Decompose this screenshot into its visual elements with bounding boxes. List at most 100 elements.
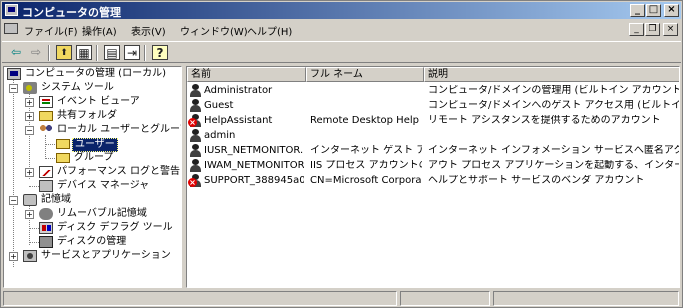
tree-label: サービスとアプリケーション (41, 250, 171, 261)
menu-help[interactable]: ヘルプ(H) (247, 23, 292, 38)
expand-toggle[interactable]: + (25, 98, 34, 107)
maximize-button[interactable]: □ (646, 4, 661, 17)
tree-label: ディスク デフラグ ツール (57, 222, 173, 233)
tree-item-root[interactable]: コンピュータの管理 (ローカル) (4, 67, 181, 81)
column-header-full-name[interactable]: フル ネーム (306, 67, 424, 82)
tree-label-selected: ユーザー (72, 138, 118, 152)
toolbar-separator (144, 45, 146, 61)
tree-label: リムーバブル記憶域 (57, 208, 147, 219)
cell-full-name: Remote Desktop Help ... (310, 115, 422, 126)
tree-line (29, 228, 39, 229)
title-bar[interactable]: コンピュータの管理 _ □ × (2, 2, 681, 19)
menu-view[interactable]: 表示(V) (131, 23, 166, 38)
collapse-toggle[interactable]: − (9, 196, 18, 205)
expand-toggle[interactable]: + (25, 210, 34, 219)
menu-window[interactable]: ウィンドウ(W) (180, 23, 248, 38)
tree-item-device-manager[interactable]: デバイス マネージャ (4, 179, 181, 193)
user-icon (189, 159, 202, 172)
cell-name: IUSR_NETMONITOR... (204, 145, 304, 156)
tree-item-event-viewer[interactable]: + イベント ビューア (4, 95, 181, 109)
users-group-icon (39, 124, 53, 136)
status-panel (400, 291, 490, 306)
tree-item-storage[interactable]: − 記憶域 (4, 193, 181, 207)
toolbar: ⇦ ⇨ ⬆ ▦ ▤ ⇥ ? (2, 41, 681, 63)
table-row[interactable]: × SUPPORT_388945a0 CN=Microsoft Corpora...… (187, 173, 679, 189)
tree-line (29, 242, 39, 243)
close-button[interactable]: × (664, 4, 679, 17)
computer-management-icon[interactable] (5, 4, 18, 16)
properties-icon[interactable]: ▤ (104, 45, 120, 60)
tree-item-removable-storage[interactable]: + リムーバブル記憶域 (4, 207, 181, 221)
tree-label: パフォーマンス ログと警告 (57, 166, 180, 177)
tree-label: システム ツール (41, 82, 114, 93)
user-icon (189, 129, 202, 142)
shared-folder-icon (39, 111, 53, 121)
expand-toggle[interactable]: + (25, 168, 34, 177)
menu-file[interactable]: ファイル(F) (24, 23, 78, 38)
table-row[interactable]: admin (187, 128, 679, 144)
tree-item-services-apps[interactable]: + サービスとアプリケーション (4, 249, 181, 263)
menu-bar: ファイル(F) 操作(A) 表示(V) ウィンドウ(W) ヘルプ(H) (2, 20, 681, 40)
tree-line (45, 144, 55, 145)
status-panel (3, 291, 397, 306)
cell-description: コンピュータ/ドメインの管理用 (ビルトイン アカウント) (428, 85, 680, 96)
minimize-button[interactable]: _ (630, 4, 645, 17)
user-list-view[interactable]: 名前 フル ネーム 説明 Administrator コンピュータ/ドメインの管理… (186, 66, 680, 288)
user-icon (189, 84, 202, 97)
tree-item-local-users-groups[interactable]: − ローカル ユーザーとグループ (4, 123, 181, 137)
export-list-icon[interactable]: ⇥ (124, 45, 140, 60)
list-header: 名前 フル ネーム 説明 (187, 67, 679, 82)
up-folder-icon[interactable]: ⬆ (56, 45, 72, 60)
cell-full-name: CN=Microsoft Corpora... (310, 175, 422, 186)
folder-icon (56, 153, 70, 163)
tree-label: ディスクの管理 (57, 236, 127, 247)
cell-full-name: インターネット ゲスト アカ... (310, 145, 422, 156)
cell-full-name: IIS プロセス アカウントの... (310, 160, 422, 171)
expand-toggle[interactable]: + (25, 112, 34, 121)
mdi-minimize-button[interactable]: _ (629, 23, 644, 36)
forward-arrow-icon[interactable]: ⇨ (28, 45, 44, 60)
computer-icon (7, 68, 21, 80)
tree-item-shared-folders[interactable]: + 共有フォルダ (4, 109, 181, 123)
storage-icon (23, 194, 37, 206)
mdi-close-button[interactable]: × (663, 23, 678, 36)
disabled-user-icon: × (188, 114, 202, 127)
tree-label: デバイス マネージャ (57, 180, 150, 191)
tree-item-users[interactable]: ユーザー (4, 137, 181, 152)
cell-name: Administrator (204, 85, 273, 96)
tree-label: 共有フォルダ (57, 110, 117, 121)
tree-item-performance-logs[interactable]: + パフォーマンス ログと警告 (4, 165, 181, 179)
services-icon (23, 250, 37, 262)
tree-item-system-tools[interactable]: − システム ツール (4, 81, 181, 95)
tree-item-groups[interactable]: グループ (4, 151, 181, 165)
cell-name: Guest (204, 100, 234, 111)
disabled-user-icon: × (188, 174, 202, 187)
column-header-description[interactable]: 説明 (424, 67, 679, 82)
user-icon (189, 99, 202, 112)
status-bar (2, 290, 681, 307)
table-row[interactable]: Administrator コンピュータ/ドメインの管理用 (ビルトイン アカウン… (187, 83, 680, 99)
table-row[interactable]: × HelpAssistant Remote Desktop Help ... リモー… (187, 113, 679, 129)
document-icon[interactable] (4, 23, 18, 34)
table-row[interactable]: IWAM_NETMONITOR... IIS プロセス アカウントの... アウト … (187, 158, 679, 174)
user-icon (189, 144, 202, 157)
collapse-toggle[interactable]: − (25, 126, 34, 135)
back-arrow-icon[interactable]: ⇦ (8, 45, 24, 60)
mdi-restore-button[interactable]: ❐ (645, 23, 660, 36)
menu-action[interactable]: 操作(A) (82, 23, 117, 38)
performance-chart-icon (39, 166, 53, 178)
window-title: コンピュータの管理 (22, 6, 121, 19)
show-tree-icon[interactable]: ▦ (76, 45, 92, 60)
cell-name: HelpAssistant (204, 115, 273, 126)
tree-label: コンピュータの管理 (ローカル) (25, 68, 166, 79)
tree-item-disk-defrag[interactable]: ディスク デフラグ ツール (4, 221, 181, 235)
expand-toggle[interactable]: + (9, 252, 18, 261)
collapse-toggle[interactable]: − (9, 84, 18, 93)
tree-item-disk-management[interactable]: ディスクの管理 (4, 235, 181, 249)
column-header-name[interactable]: 名前 (187, 67, 306, 82)
console-tree[interactable]: コンピュータの管理 (ローカル) − システム ツール + イベント ビューア … (3, 66, 182, 288)
cell-name: SUPPORT_388945a0 (204, 175, 304, 186)
table-row[interactable]: Guest コンピュータ/ドメインへのゲスト アクセス用 (ビルトイン アカ... (187, 98, 679, 114)
help-icon[interactable]: ? (152, 45, 168, 60)
table-row[interactable]: IUSR_NETMONITOR... インターネット ゲスト アカ... インターネ… (187, 143, 679, 159)
